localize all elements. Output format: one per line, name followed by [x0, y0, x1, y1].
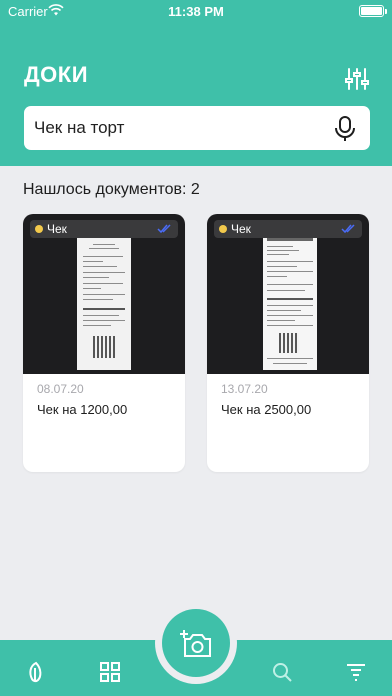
results-count: Нашлось документов: 2 [23, 181, 200, 198]
add-photo-button[interactable] [162, 609, 230, 677]
document-thumbnail: Чек [23, 214, 185, 374]
status-dot [219, 225, 227, 233]
document-type-tag: Чек [30, 220, 178, 238]
sliders-icon[interactable] [342, 64, 372, 94]
document-title: Чек на 1200,00 [37, 402, 128, 417]
clock: 11:38 PM [168, 4, 224, 19]
app-header: Carrier 11:38 PM ДОКИ [0, 0, 392, 166]
document-type-tag: Чек [214, 220, 362, 238]
grid-icon[interactable] [98, 660, 122, 684]
leaf-icon[interactable] [24, 660, 48, 684]
search-input[interactable] [34, 106, 324, 150]
status-dot [35, 225, 43, 233]
document-card[interactable]: Чек 08.07.20 Чек на 1200,00 [23, 214, 185, 472]
list-icon[interactable] [344, 660, 368, 684]
document-type-label: Чек [231, 222, 251, 236]
document-type-label: Чек [47, 222, 67, 236]
document-card[interactable]: Чек 13.07.20 Чек на 2500,00 [207, 214, 369, 472]
camera-add-icon [180, 630, 211, 657]
checkmark-double-icon [157, 224, 171, 234]
document-title: Чек на 2500,00 [221, 402, 312, 417]
status-bar: Carrier 11:38 PM [0, 0, 392, 22]
search-icon[interactable] [270, 660, 294, 684]
document-date: 08.07.20 [37, 382, 84, 396]
checkmark-double-icon [341, 224, 355, 234]
receipt-image [77, 236, 131, 370]
document-thumbnail: Чек [207, 214, 369, 374]
receipt-image [263, 234, 317, 370]
document-date: 13.07.20 [221, 382, 268, 396]
microphone-icon[interactable] [332, 115, 358, 143]
battery-icon [359, 5, 387, 17]
page-title: ДОКИ [24, 62, 89, 87]
search-bar [24, 106, 370, 150]
